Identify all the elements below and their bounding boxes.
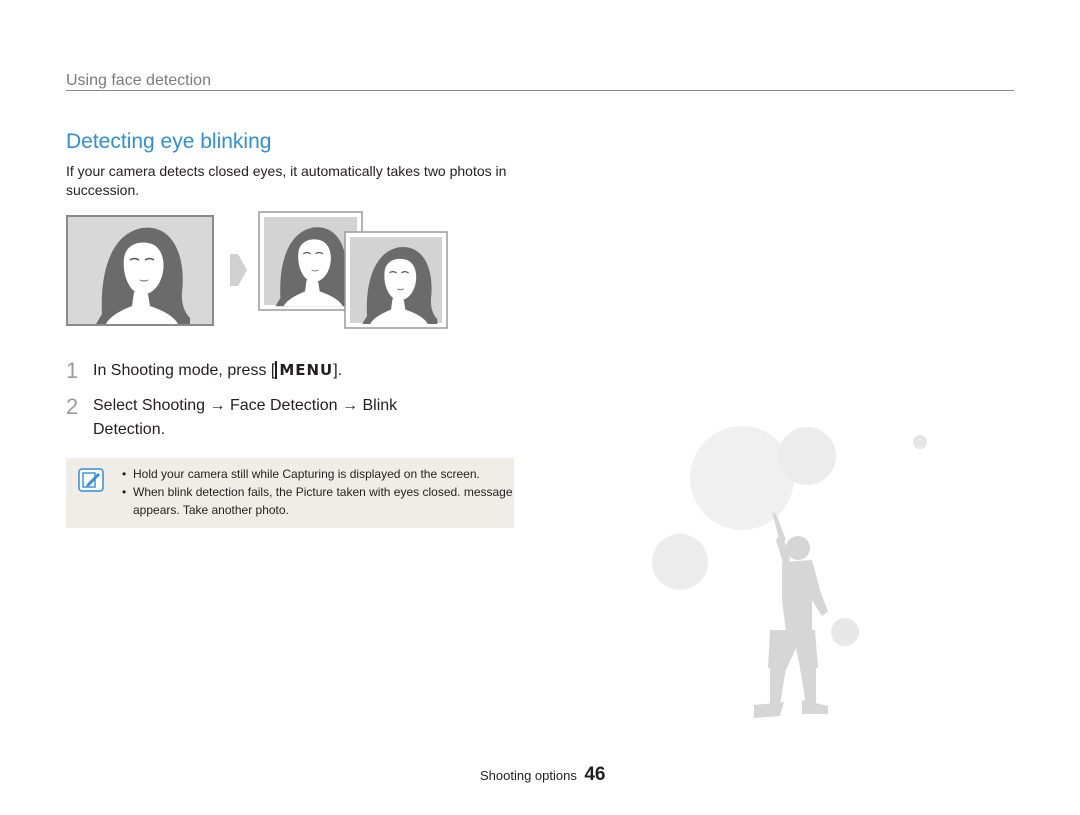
page-number: 46 bbox=[584, 764, 606, 785]
decorative-child-bubbles bbox=[652, 426, 927, 718]
footer-section-label: Shooting options bbox=[480, 768, 577, 783]
page-footer: Shooting options 46 bbox=[480, 764, 605, 786]
child-silhouette bbox=[754, 512, 828, 718]
